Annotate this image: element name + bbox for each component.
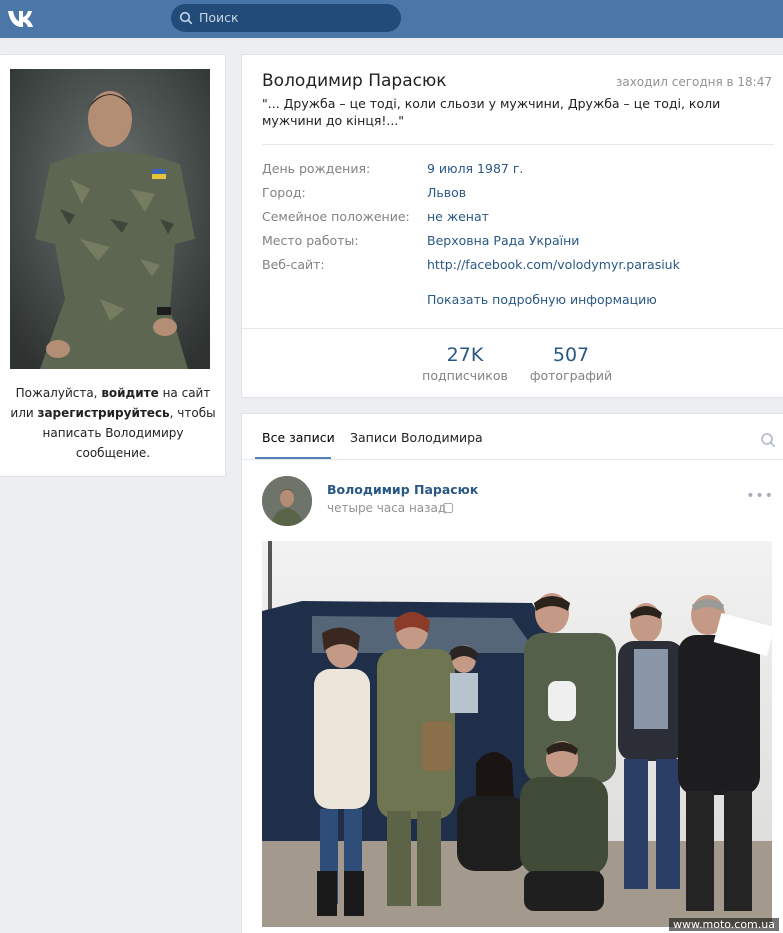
post-author-link[interactable]: Володимир Парасюк	[327, 482, 478, 497]
show-more-info-link[interactable]: Показать подробную информацию	[427, 292, 657, 307]
info-label: Семейное положение:	[262, 209, 410, 224]
info-label: Место работы:	[262, 233, 359, 248]
profile-status: "... Дружба – це тоді, коли сльози у муж…	[262, 96, 721, 128]
counter-number: 507	[552, 344, 590, 366]
profile-name: Володимир Парасюк	[262, 71, 447, 91]
counter-followers[interactable]: 27K подписчиков	[420, 344, 510, 383]
instagram-icon	[443, 503, 453, 513]
more-options-icon[interactable]: •••	[746, 488, 774, 504]
info-label: День рождения:	[262, 161, 371, 176]
info-value[interactable]: Верховна Рада України	[427, 233, 579, 248]
profile-photo[interactable]	[10, 69, 210, 369]
divider	[242, 328, 783, 329]
register-link[interactable]: зарегистрируйтесь	[37, 406, 169, 420]
counter-label: фотографий	[529, 368, 613, 383]
last-seen: заходил сегодня в 18:47	[615, 75, 772, 89]
profile-info-card: Володимир Парасюк заходил сегодня в 18:4…	[241, 54, 783, 398]
tab-owner-posts[interactable]: Записи Володимира	[350, 430, 483, 445]
profile-avatar-card: Пожалуйста, войдите на сайт или зарегист…	[0, 54, 226, 477]
login-text: Пожалуйста,	[15, 386, 102, 400]
watermark: www.moto.com.ua	[669, 918, 779, 931]
info-label: Веб-сайт:	[262, 257, 325, 272]
info-value[interactable]: 9 июля 1987 г.	[427, 161, 523, 176]
wall-card: Все записи Записи Володимира Володимир П…	[241, 413, 783, 933]
tab-all-posts[interactable]: Все записи	[262, 430, 335, 445]
info-label: Город:	[262, 185, 306, 200]
search-placeholder: Поиск	[199, 10, 239, 25]
login-prompt: Пожалуйста, войдите на сайт или зарегист…	[8, 383, 218, 463]
top-bar: Поиск	[0, 0, 783, 38]
info-value[interactable]: http://facebook.com/volodymyr.parasiuk	[427, 257, 680, 272]
info-value[interactable]: Львов	[427, 185, 466, 200]
login-link[interactable]: войдите	[101, 386, 158, 400]
post-timestamp[interactable]: четыре часа назад	[327, 501, 446, 515]
counter-photos[interactable]: 507 фотографий	[528, 344, 614, 383]
info-value[interactable]: не женат	[427, 209, 489, 224]
search-icon	[179, 11, 193, 25]
search-icon[interactable]	[760, 432, 776, 448]
vk-logo-icon[interactable]	[6, 7, 40, 29]
search-input[interactable]: Поиск	[171, 4, 401, 32]
divider	[262, 144, 774, 145]
post-photo[interactable]	[262, 541, 772, 927]
counter-number: 27K	[446, 344, 484, 366]
counter-label: подписчиков	[422, 368, 508, 383]
divider	[242, 459, 783, 460]
avatar[interactable]	[262, 476, 312, 526]
